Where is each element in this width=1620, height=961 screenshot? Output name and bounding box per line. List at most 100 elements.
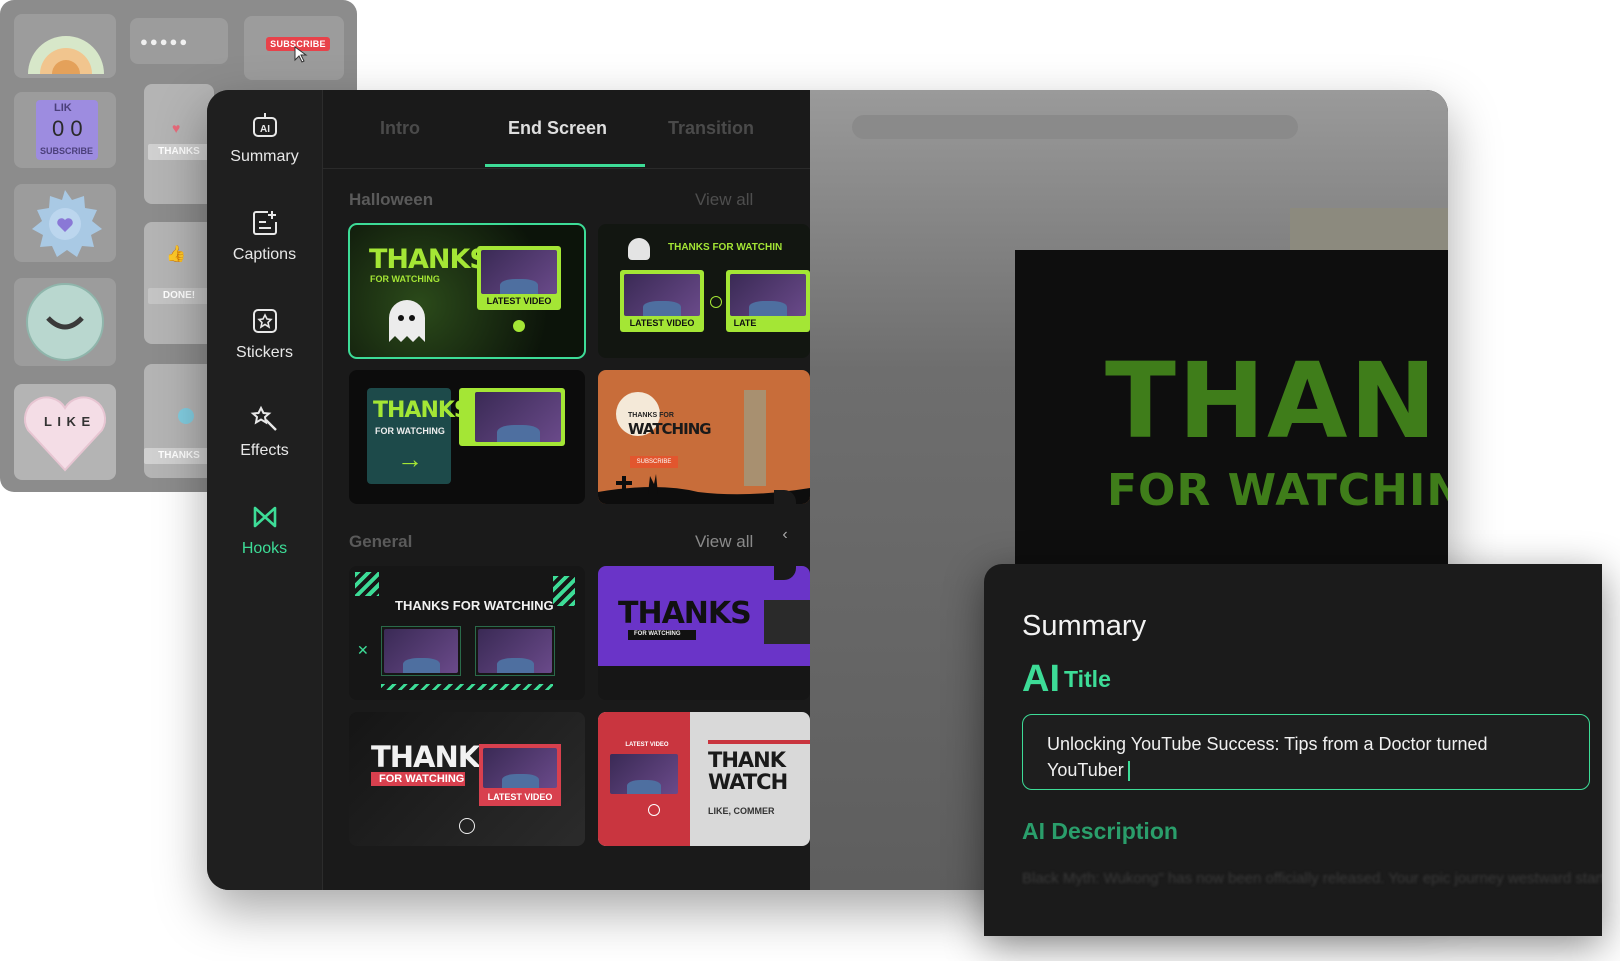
sidebar-item-stickers[interactable]: Stickers (207, 306, 322, 396)
title-value: Unlocking YouTube Success: Tips from a D… (1047, 734, 1488, 780)
subtitle-bar: FOR WATCHING (371, 772, 465, 786)
seal-heart-icon (32, 190, 102, 257)
heart-like-text: L I K E (44, 414, 92, 429)
latest-caption-2: LATE (733, 318, 757, 328)
sidebar-label: Summary (230, 148, 299, 165)
sticker-icon (252, 309, 277, 333)
summary-panel: Summary AI Title Unlocking YouTube Succes… (984, 564, 1602, 936)
card-title: THANK (708, 748, 786, 772)
close-circle-icon (710, 296, 722, 308)
stripes-decoration-2 (553, 576, 575, 606)
template-card-halloween-4[interactable]: THANKS FOR WATCHING SUBSCRIBE (598, 370, 810, 504)
sticker-smiley[interactable] (14, 278, 116, 366)
sticker-rainbow[interactable] (14, 14, 116, 78)
sidebar-label: Captions (232, 246, 297, 263)
text-caret (1127, 761, 1130, 782)
card-title: THANKS (369, 244, 489, 275)
sticker-subscribe-button[interactable]: SUBSCRIBE (244, 16, 344, 80)
preview-highlight (1290, 208, 1448, 250)
sticker-like-text: LIK (54, 102, 72, 114)
upload-circle-icon (648, 804, 660, 816)
tab-end-screen[interactable]: End Screen (508, 118, 607, 139)
view-all-general[interactable]: View all (695, 532, 753, 552)
sidebar-item-summary[interactable]: AI Summary (207, 110, 322, 200)
sticker-thanks-bubbles[interactable]: THANKS (144, 364, 214, 478)
card-title: THANKS (373, 398, 470, 423)
latest-video-caption: LATEST VIDEO (487, 792, 553, 802)
smiley-face-icon (26, 283, 104, 361)
rainbow-sticker-icon (28, 36, 104, 74)
cursor-icon (294, 46, 308, 63)
section-title-halloween: Halloween (349, 190, 434, 209)
heart-icon (23, 396, 107, 472)
rating-dots-icon: ●●●●● (140, 34, 190, 49)
sidebar-item-captions[interactable]: Captions (207, 208, 322, 298)
summary-heading: Summary (1022, 610, 1147, 642)
title-label: Title (1064, 666, 1111, 692)
sticker-rating-dots[interactable]: ●●●●● (130, 18, 228, 64)
sticker-heart-like[interactable]: L I K E (14, 384, 116, 480)
video-frame: LATEST VIDEO (479, 744, 561, 806)
tab-bar: Intro End Screen Transition (323, 90, 810, 169)
video-frame (381, 626, 461, 676)
section-title-general: General (349, 532, 413, 551)
title-input[interactable]: Unlocking YouTube Success: Tips from a D… (1022, 714, 1590, 790)
ai-badge: AI (1022, 658, 1060, 700)
card-title-2: WATCH (708, 770, 788, 794)
tab-transition[interactable]: Transition (668, 118, 754, 139)
upload-circle-icon (513, 320, 525, 332)
sticker-subscribe-text: SUBSCRIBE (40, 146, 94, 156)
sidebar-item-hooks[interactable]: Hooks (207, 502, 322, 592)
ghost-icon (389, 300, 425, 342)
sticker-seal[interactable] (14, 184, 116, 262)
tab-intro[interactable]: Intro (380, 118, 420, 139)
latest-video-caption: LATEST VIDEO (625, 742, 669, 748)
view-all-halloween[interactable]: View all (695, 190, 753, 210)
left-sidebar: AI Summary Captions Stickers Effects Hoo… (207, 90, 323, 890)
template-card-halloween-1[interactable]: THANKS FOR WATCHING LATEST VIDEO (348, 223, 586, 359)
card-subtitle: FOR WATCHING (634, 631, 681, 637)
latest-video-caption: LATEST VIDEO (486, 296, 552, 306)
ai-robot-icon: AI (252, 113, 277, 137)
svg-text:AI: AI (260, 124, 270, 135)
red-line (708, 740, 810, 744)
card-title: THANKS FOR WATCHING (395, 598, 554, 613)
template-card-general-1[interactable]: THANKS FOR WATCHING ✕ (349, 566, 585, 700)
preview-video-frame[interactable]: THANKS FOR WATCHING (1015, 250, 1448, 580)
bubble-icon (178, 408, 194, 424)
collapse-panel-handle[interactable]: ‹ (774, 490, 796, 580)
template-card-general-3[interactable]: THANKS FOR WATCHING LATEST VIDEO (349, 712, 585, 846)
card-subtitle: THANKS FOR (628, 412, 674, 419)
video-frame: LATEST VIDEO (620, 270, 704, 332)
subtitle-bar: FOR WATCHING (628, 630, 696, 640)
title-input-text: Unlocking YouTube Success: Tips from a D… (1047, 731, 1567, 783)
latest-video-caption: LATEST VIDEO (629, 318, 695, 328)
template-card-halloween-2[interactable]: THANKS FOR WATCHIN LATEST VIDEO LATE (598, 224, 810, 358)
thumbs-up-icon: 👍 (166, 246, 186, 263)
subscribe-circle-icon (459, 818, 475, 834)
sticker-done-thumbs[interactable]: 👍 DONE! (144, 222, 214, 344)
ai-title-label: AI Title (1022, 658, 1111, 701)
thanks-chip: THANKS (148, 144, 210, 160)
sidebar-item-effects[interactable]: Effects (207, 404, 322, 494)
sidebar-label: Stickers (236, 344, 293, 361)
card-subtitle: LIKE, COMMER (708, 806, 775, 816)
video-frame: LATEST VIDEO (477, 246, 561, 310)
eyes-icon: 0 0 (52, 116, 83, 141)
template-card-halloween-3[interactable]: THANKS FOR WATCHING → (349, 370, 585, 504)
ai-description-label: AI Description (1022, 818, 1178, 844)
sticker-like-subscribe-box[interactable]: LIK 0 0 SUBSCRIBE (14, 92, 116, 168)
card-title: WATCHING (628, 420, 712, 438)
stripes-footer (381, 684, 553, 690)
template-card-general-2[interactable]: THANKS FOR WATCHING (598, 566, 810, 700)
magic-wand-icon (250, 405, 277, 431)
video-thumb (610, 754, 678, 794)
sidebar-label: Effects (240, 442, 289, 459)
ghost-small-icon (628, 238, 650, 260)
description-text: Black Myth: Wukong" has now been officia… (1022, 870, 1602, 887)
heart-small-icon: ♥ (172, 120, 181, 136)
sticker-thanks-heart[interactable]: ♥ THANKS (144, 84, 214, 204)
active-tab-indicator (485, 164, 645, 167)
preview-thanks-text: THANKS (1105, 340, 1448, 462)
template-card-general-4[interactable]: LATEST VIDEO THANK WATCH LIKE, COMMER (598, 712, 810, 846)
